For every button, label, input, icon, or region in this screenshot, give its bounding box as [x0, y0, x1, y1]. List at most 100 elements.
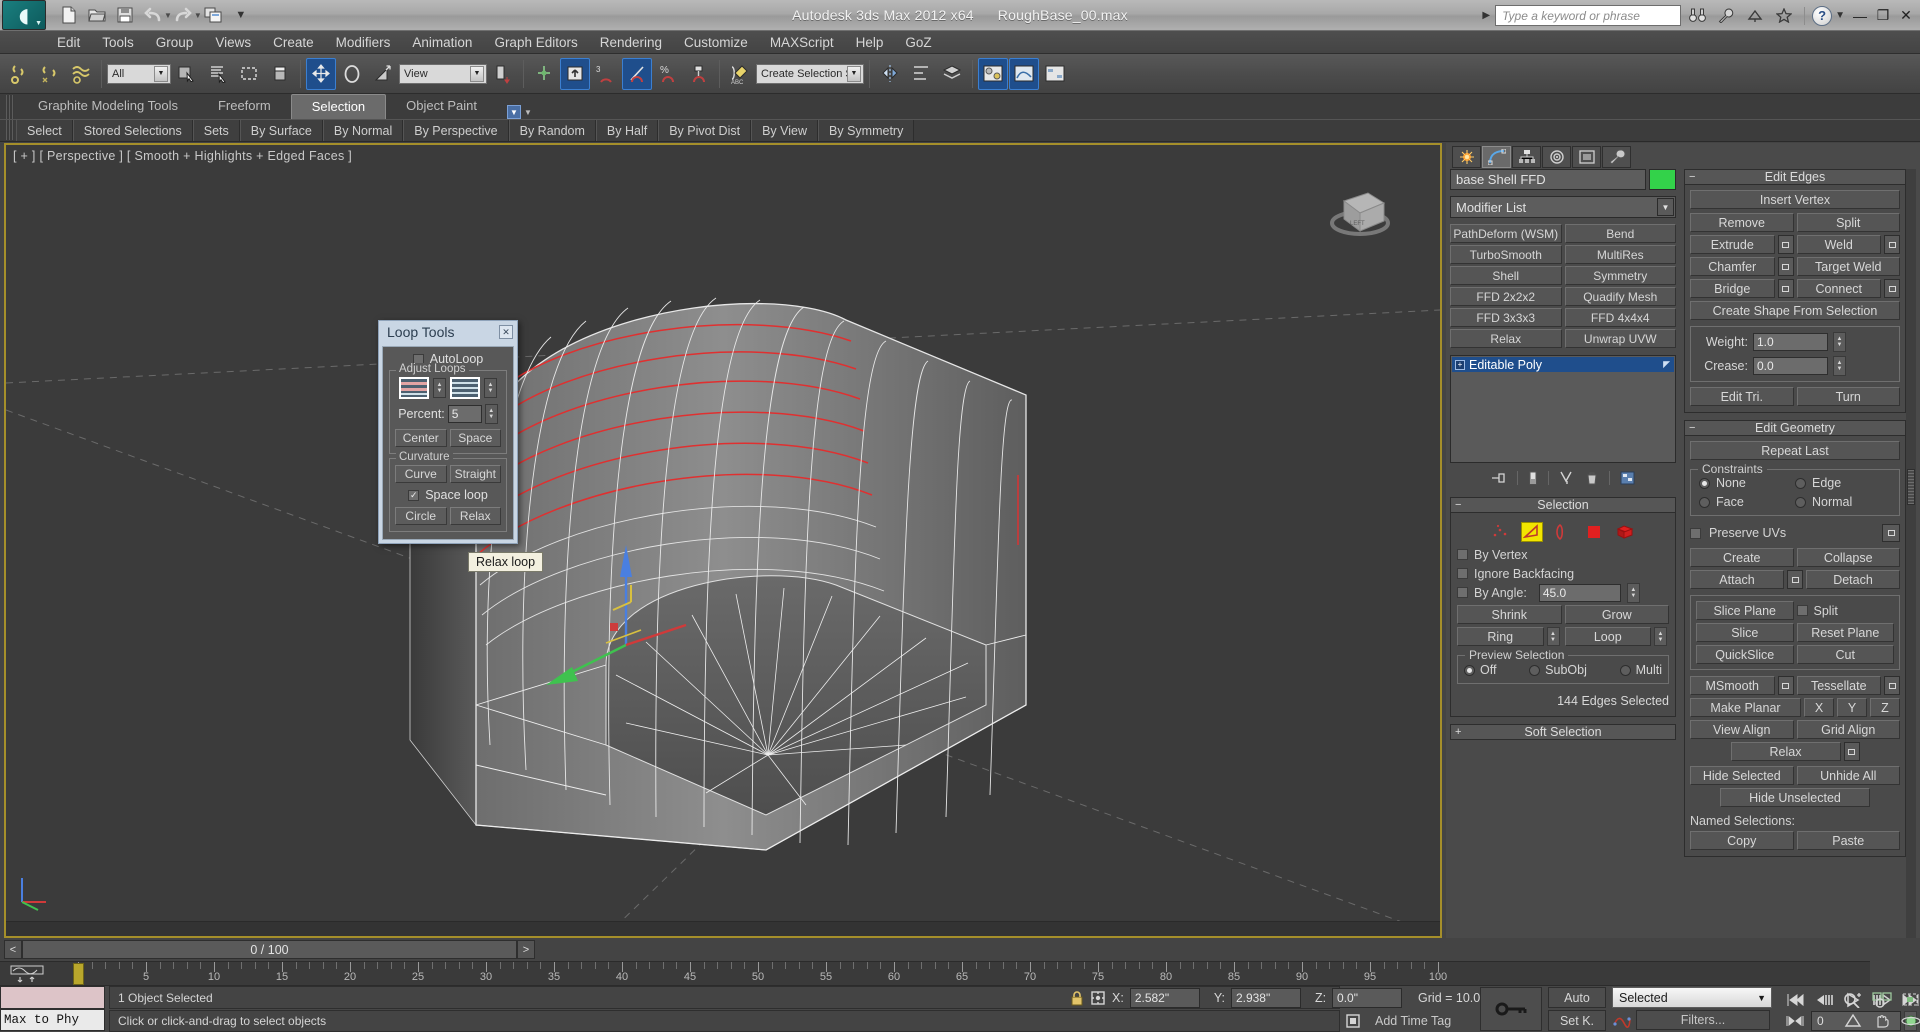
- chevron-down-icon[interactable]: ▼: [470, 65, 484, 82]
- straight-button[interactable]: Straight: [449, 465, 501, 483]
- z-coordinate-input[interactable]: 0.0": [1332, 988, 1403, 1008]
- weld-button[interactable]: Weld: [1796, 235, 1881, 254]
- unhide-all-button[interactable]: Unhide All: [1796, 766, 1900, 785]
- expand-icon[interactable]: +: [1455, 359, 1465, 370]
- track-bar-playhead[interactable]: [73, 963, 84, 985]
- menu-item-rendering[interactable]: Rendering: [589, 33, 673, 52]
- weight-input[interactable]: 1.0: [1753, 333, 1828, 351]
- ribbon-options-icon[interactable]: ▼: [507, 105, 521, 119]
- ribbon-button-sets[interactable]: Sets: [192, 120, 240, 141]
- collapse-icon[interactable]: −: [1455, 499, 1461, 511]
- menu-item-tools[interactable]: Tools: [91, 33, 145, 52]
- orbit-icon[interactable]: [1898, 1010, 1920, 1031]
- shift-loops-spinner[interactable]: ▲ ▼: [433, 378, 446, 398]
- border-icon[interactable]: [1552, 522, 1574, 542]
- ribbon-button-by-surface[interactable]: By Surface: [239, 120, 323, 141]
- connect-settings-icon[interactable]: [1884, 279, 1900, 298]
- modifier-button-relax[interactable]: Relax: [1450, 329, 1562, 348]
- y-coordinate-input[interactable]: 2.938": [1230, 988, 1301, 1008]
- wrench-icon[interactable]: [1713, 4, 1739, 28]
- spinner-snap-toggle-icon[interactable]: %: [653, 58, 683, 90]
- angle-snap-toggle-icon[interactable]: 3: [591, 58, 621, 90]
- extrude-settings-icon[interactable]: [1777, 235, 1794, 254]
- select-and-scale-icon[interactable]: [368, 58, 398, 90]
- constraint-none[interactable]: None: [1699, 476, 1795, 490]
- display-tab-icon[interactable]: [1572, 146, 1601, 168]
- split-checkbox[interactable]: [1796, 605, 1808, 616]
- help-icon[interactable]: ?: [1812, 5, 1833, 26]
- modifier-stack[interactable]: + Editable Poly ◤: [1450, 355, 1676, 463]
- preview-subobj-radio[interactable]: [1529, 664, 1541, 676]
- select-object-icon[interactable]: [172, 58, 202, 90]
- new-icon[interactable]: [56, 3, 82, 27]
- grow-button[interactable]: Grow: [1564, 605, 1669, 624]
- chevron-down-icon[interactable]: ▼: [154, 65, 168, 82]
- modifier-button-symmetry[interactable]: Symmetry: [1564, 266, 1676, 285]
- view-align-button[interactable]: View Align: [1690, 720, 1794, 739]
- grid-align-button[interactable]: Grid Align: [1796, 720, 1900, 739]
- undo-icon[interactable]: [140, 3, 166, 27]
- attach-button[interactable]: Attach: [1690, 570, 1784, 589]
- hierarchy-tab-icon[interactable]: [1512, 146, 1541, 168]
- soft-selection-rollout-header[interactable]: + Soft Selection: [1450, 724, 1676, 740]
- pin-stack-icon[interactable]: [1491, 471, 1507, 485]
- snaps-toggle-icon[interactable]: [560, 57, 590, 90]
- ring-spinner[interactable]: ▲ ▼: [1546, 627, 1560, 646]
- minimize-button[interactable]: —: [1850, 4, 1870, 28]
- constraint-normal-radio[interactable]: [1795, 496, 1806, 508]
- named-selection-sets-icon[interactable]: ABC: [725, 58, 755, 90]
- go-to-start-icon[interactable]: [1782, 989, 1808, 1010]
- save-icon[interactable]: [112, 3, 138, 27]
- rectangular-selection-region-icon[interactable]: [234, 58, 264, 90]
- selection-rollout-header[interactable]: − Selection: [1450, 497, 1676, 513]
- open-icon[interactable]: [84, 3, 110, 27]
- loop-tools-titlebar[interactable]: Loop Tools ✕: [379, 321, 517, 343]
- preview-multi-radio[interactable]: [1619, 664, 1631, 676]
- ribbon-options-dropdown-icon[interactable]: ▼: [524, 108, 532, 117]
- set-key-mode-icon[interactable]: [1480, 987, 1542, 1031]
- schematic-view-icon[interactable]: [1040, 58, 1070, 90]
- insert-vertex-button[interactable]: Insert Vertex: [1690, 190, 1900, 209]
- align-icon[interactable]: [906, 58, 936, 90]
- chamfer-settings-icon[interactable]: [1777, 257, 1794, 276]
- space-loop-checkbox[interactable]: ✓: [408, 489, 420, 501]
- ribbon-button-select[interactable]: Select: [16, 120, 73, 141]
- menu-item-group[interactable]: Group: [145, 33, 205, 52]
- zoom-all-icon[interactable]: [1869, 989, 1895, 1010]
- time-tag-icon[interactable]: [1345, 1013, 1361, 1029]
- menu-item-help[interactable]: Help: [845, 33, 895, 52]
- constraint-normal[interactable]: Normal: [1795, 495, 1891, 509]
- project-folder-icon[interactable]: [200, 3, 226, 27]
- command-panel-scroll-thumb[interactable]: [1907, 469, 1915, 505]
- ribbon-tab-freeform[interactable]: Freeform: [198, 94, 291, 119]
- edit-tri-button[interactable]: Edit Tri.: [1690, 387, 1794, 406]
- add-time-tag-button[interactable]: Add Time Tag: [1367, 1011, 1475, 1031]
- chevron-down-icon[interactable]: ▼: [1657, 198, 1674, 216]
- hide-selected-button[interactable]: Hide Selected: [1690, 766, 1794, 785]
- make-unique-icon[interactable]: [1559, 471, 1575, 485]
- constraint-none-radio[interactable]: [1699, 477, 1710, 489]
- relax-button[interactable]: Relax: [1730, 742, 1841, 761]
- bind-to-space-warp-icon[interactable]: [66, 58, 96, 90]
- turn-button[interactable]: Turn: [1796, 387, 1900, 406]
- collapse-button[interactable]: Collapse: [1796, 548, 1900, 567]
- object-name-input[interactable]: base Shell FFD: [1450, 169, 1646, 190]
- constraint-edge[interactable]: Edge: [1795, 476, 1891, 490]
- chevron-down-icon[interactable]: ▼: [1757, 993, 1766, 1003]
- ribbon-drag-handle[interactable]: [6, 95, 14, 119]
- modifier-button-bend[interactable]: Bend: [1564, 224, 1676, 243]
- key-mode-toggle-icon[interactable]: [1782, 1010, 1808, 1031]
- previous-frame-button[interactable]: <: [4, 940, 22, 959]
- create-shape-from-selection-button[interactable]: Create Shape From Selection: [1690, 301, 1900, 320]
- weld-settings-icon[interactable]: [1884, 235, 1900, 254]
- paste-button[interactable]: Paste: [1796, 831, 1900, 850]
- modifier-button-shell[interactable]: Shell: [1450, 266, 1562, 285]
- set-key-button[interactable]: Set K.: [1548, 1010, 1606, 1031]
- redo-icon[interactable]: [170, 3, 196, 27]
- relax-loop-button[interactable]: Relax: [449, 507, 501, 525]
- select-and-manipulate-icon[interactable]: [529, 58, 559, 90]
- loop-spinner[interactable]: ▲ ▼: [1654, 627, 1667, 646]
- perspective-viewport[interactable]: [ + ] [ Perspective ] [ Smooth + Highlig…: [4, 143, 1442, 938]
- zoom-icon[interactable]: [1840, 989, 1866, 1010]
- unlink-selection-icon[interactable]: [35, 58, 65, 90]
